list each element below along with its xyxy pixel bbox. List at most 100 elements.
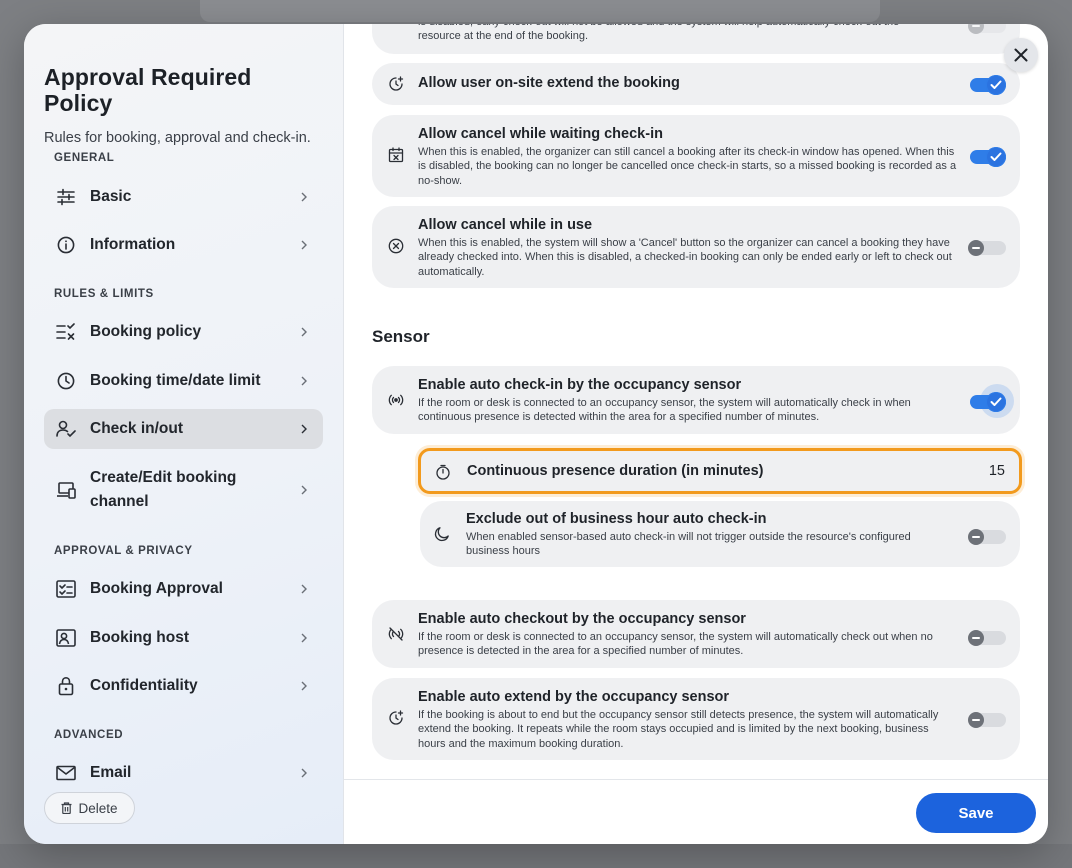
check-icon [990, 152, 1002, 161]
auto-checkin-sensor-toggle[interactable] [970, 384, 1014, 418]
cancel-waiting-checkin-card: Allow cancel while waiting check-in When… [372, 115, 1020, 197]
clock-icon [56, 371, 76, 391]
chevron-right-icon [301, 240, 307, 250]
chevron-right-icon [301, 192, 307, 202]
auto-checkin-sensor-title: Enable auto check-in by the occupancy se… [418, 377, 742, 393]
onsite-extend-title: Allow user on-site extend the booking [418, 75, 680, 91]
main-panel: is disabled, early check-out will not be… [344, 24, 1048, 844]
chevron-right-icon [301, 424, 307, 434]
devices-icon [56, 480, 76, 500]
section-label-approval: APPROVAL & PRIVACY [54, 545, 193, 557]
cancel-in-use-title: Allow cancel while in use [418, 217, 593, 233]
check-icon [990, 397, 1002, 406]
chevron-right-icon [301, 584, 307, 594]
sidebar-item-label: Email [90, 764, 132, 781]
mail-icon [56, 763, 76, 783]
auto-extend-sensor-desc: If the booking is about to end but the o… [418, 709, 939, 750]
cancel-waiting-checkin-title: Allow cancel while waiting check-in [418, 126, 663, 142]
sidebar-item-booking-time-limit[interactable]: Booking time/date limit [44, 361, 323, 401]
cancel-in-use-desc: When this is enabled, the system will sh… [418, 237, 952, 278]
auto-extend-sensor-toggle[interactable] [968, 708, 1006, 730]
delete-button[interactable]: Delete [44, 792, 135, 824]
exclude-business-hour-title: Exclude out of business hour auto check-… [466, 511, 767, 527]
onsite-extend-card: Allow user on-site extend the booking [372, 63, 1020, 105]
sensor-section-title: Sensor [372, 327, 430, 346]
sidebar-item-label: Basic [90, 188, 132, 205]
clock-plus-icon [389, 76, 404, 91]
exclude-business-hour-desc: When enabled sensor-based auto check-in … [466, 531, 911, 558]
backdrop-search-bar [200, 0, 880, 22]
save-button[interactable]: Save [916, 793, 1036, 833]
sidebar-item-label: Booking time/date limit [90, 372, 261, 389]
auto-checkin-sensor-card: Enable auto check-in by the occupancy se… [372, 366, 1020, 434]
sidebar-item-booking-policy[interactable]: Booking policy [44, 312, 323, 352]
sidebar-item-basic[interactable]: Basic [44, 177, 323, 217]
sidebar-item-label: Create/Edit booking channel [90, 469, 237, 510]
sidebar-item-email[interactable]: Email [44, 753, 323, 793]
check-icon [990, 80, 1002, 89]
cancel-waiting-checkin-desc: When this is enabled, the organizer can … [418, 146, 957, 187]
calendar-x-icon [388, 147, 404, 163]
chevron-right-icon [301, 681, 307, 691]
auto-checkout-sensor-title: Enable auto checkout by the occupancy se… [418, 611, 746, 627]
settings-scroll-area[interactable]: is disabled, early check-out will not be… [344, 24, 1048, 779]
modal-title: Approval Required Policy [44, 64, 252, 116]
sidebar-item-label: Booking Approval [90, 580, 223, 597]
auto-checkout-sensor-toggle[interactable] [968, 626, 1006, 648]
sidebar-item-booking-host[interactable]: Booking host [44, 618, 323, 658]
auto-extend-sensor-card: Enable auto extend by the occupancy sens… [372, 678, 1020, 760]
modal-footer: Save [344, 779, 1048, 844]
auto-extend-sensor-title: Enable auto extend by the occupancy sens… [418, 689, 730, 705]
host-card-icon [56, 628, 76, 648]
delete-button-label: Delete [78, 800, 118, 816]
close-button[interactable] [1004, 38, 1038, 72]
lock-icon [56, 676, 76, 696]
modal-subtitle: Rules for booking, approval and check-in… [44, 130, 311, 146]
stopwatch-icon [436, 464, 450, 480]
trash-icon [61, 802, 72, 814]
sidebar-item-confidentiality[interactable]: Confidentiality [44, 666, 323, 706]
early-checkout-toggle[interactable] [968, 24, 1006, 36]
early-checkout-card: is disabled, early check-out will not be… [372, 24, 1020, 54]
sidebar-item-check-in-out[interactable]: Check in/out [44, 409, 323, 449]
presence-duration-label: Continuous presence duration (in minutes… [467, 463, 764, 479]
section-label-rules: RULES & LIMITS [54, 288, 154, 300]
sidebar-item-label: Booking host [90, 629, 190, 646]
cancel-waiting-checkin-toggle[interactable] [970, 145, 1006, 167]
chevron-right-icon [301, 633, 307, 643]
moon-icon [434, 527, 449, 542]
user-check-icon [56, 419, 76, 439]
cancel-in-use-toggle[interactable] [968, 236, 1006, 258]
circle-x-icon [388, 238, 404, 254]
chevron-right-icon [301, 485, 307, 495]
sidebar-item-information[interactable]: Information [44, 225, 323, 265]
early-checkout-desc: is disabled, early check-out will not be… [418, 24, 899, 43]
chevron-right-icon [301, 376, 307, 386]
exclude-business-hour-card: Exclude out of business hour auto check-… [420, 501, 1020, 567]
sensor-signal-icon [388, 394, 404, 406]
section-label-general: GENERAL [54, 152, 115, 164]
presence-duration-value[interactable]: 15 [989, 463, 1005, 479]
backdrop-footer [0, 844, 1072, 868]
exclude-business-hour-toggle[interactable] [968, 525, 1006, 547]
sensor-off-icon [388, 627, 404, 641]
sidebar: Approval Required Policy Rules for booki… [24, 24, 344, 844]
chevron-right-icon [301, 327, 307, 337]
chevron-right-icon [301, 768, 307, 778]
policy-modal: Approval Required Policy Rules for booki… [24, 24, 1048, 844]
sidebar-item-label: Booking policy [90, 323, 202, 340]
sidebar-item-label: Confidentiality [90, 677, 198, 694]
info-icon [56, 235, 76, 255]
close-icon [1014, 48, 1028, 62]
sidebar-item-booking-channel[interactable]: Create/Edit booking channel [44, 459, 323, 521]
sidebar-item-booking-approval[interactable]: Booking Approval [44, 569, 323, 609]
rules-list-icon [56, 322, 76, 342]
onsite-extend-toggle[interactable] [970, 73, 1006, 95]
clock-plus-icon [389, 710, 404, 725]
presence-duration-field[interactable]: Continuous presence duration (in minutes… [418, 448, 1022, 494]
sidebar-item-label: Information [90, 236, 176, 253]
approval-list-icon [56, 579, 76, 599]
sidebar-item-label: Check in/out [90, 420, 184, 437]
auto-checkout-sensor-card: Enable auto checkout by the occupancy se… [372, 600, 1020, 668]
cancel-in-use-card: Allow cancel while in use When this is e… [372, 206, 1020, 288]
